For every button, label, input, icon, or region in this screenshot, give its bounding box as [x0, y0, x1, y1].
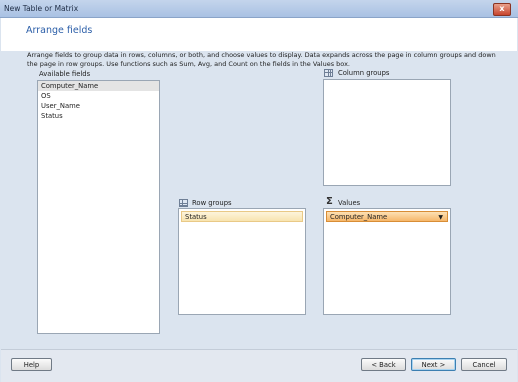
- values-box[interactable]: Computer_Name ▼: [323, 208, 451, 315]
- wizard-header: Arrange fields: [1, 18, 517, 51]
- available-fields-list[interactable]: Computer_Name OS User_Name Status: [37, 80, 160, 334]
- values-label: Values: [338, 199, 361, 207]
- dropdown-arrow-icon[interactable]: ▼: [438, 212, 443, 223]
- field-item[interactable]: User_Name: [38, 101, 159, 111]
- back-button[interactable]: < Back: [361, 358, 406, 371]
- close-icon: x: [499, 4, 505, 13]
- field-item[interactable]: Computer_Name: [38, 81, 159, 91]
- page-title: Arrange fields: [26, 25, 93, 36]
- row-group-chip[interactable]: Status: [181, 211, 303, 222]
- column-groups-box[interactable]: [323, 79, 451, 186]
- wizard-footer: Help < Back Next > Cancel: [1, 349, 517, 382]
- next-button[interactable]: Next >: [411, 358, 456, 371]
- column-groups-icon: [324, 69, 333, 77]
- row-group-chip-label: Status: [185, 213, 207, 221]
- cancel-button[interactable]: Cancel: [461, 358, 507, 371]
- field-item[interactable]: Status: [38, 111, 159, 121]
- value-chip-label: Computer_Name: [330, 213, 388, 221]
- row-groups-box[interactable]: Status: [178, 208, 306, 315]
- value-chip[interactable]: Computer_Name ▼: [326, 211, 448, 222]
- column-groups-label: Column groups: [338, 69, 390, 77]
- window-title: New Table or Matrix: [4, 4, 79, 13]
- field-item[interactable]: OS: [38, 91, 159, 101]
- close-button[interactable]: x: [493, 3, 511, 16]
- row-groups-label: Row groups: [192, 199, 232, 207]
- window-titlebar: New Table or Matrix x: [0, 0, 518, 18]
- help-button[interactable]: Help: [11, 358, 52, 371]
- sigma-icon: Σ: [326, 196, 333, 207]
- row-groups-icon: [179, 199, 188, 207]
- instructions-text: Arrange fields to group data in rows, co…: [27, 51, 496, 68]
- available-fields-label: Available fields: [39, 70, 91, 78]
